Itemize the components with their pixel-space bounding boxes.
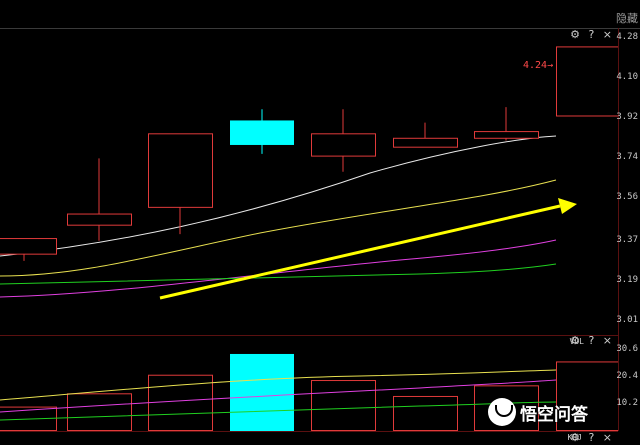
gear-icon[interactable]: ⚙	[570, 431, 580, 444]
trend-arrow-head	[558, 198, 577, 214]
ma-line-yellow	[0, 179, 557, 277]
candle-body	[311, 133, 376, 157]
watermark-text: 悟空问答	[520, 404, 588, 425]
help-icon[interactable]: ?	[588, 431, 594, 444]
ma-line-white	[0, 135, 557, 257]
candle-body	[393, 137, 458, 148]
hide-button[interactable]: 隐藏	[616, 10, 638, 26]
price-tick-label: 3.74	[616, 152, 638, 163]
help-icon[interactable]: ?	[588, 28, 594, 41]
price-tick-label: 3.01	[616, 315, 638, 325]
close-icon[interactable]: ×	[603, 431, 612, 444]
kdj-panel[interactable]: KDJ ⚙ ? ×	[0, 431, 618, 445]
price-tick-label: 3.19	[616, 274, 638, 285]
ma-line-magenta	[0, 239, 557, 298]
candle-body	[556, 46, 618, 117]
help-icon[interactable]: ?	[588, 334, 594, 347]
gear-icon[interactable]: ⚙	[570, 28, 580, 41]
price-tick-label: 4.10	[616, 72, 638, 83]
watermark: 悟空问答	[488, 396, 588, 428]
price-tick-label: 3.37	[616, 234, 638, 245]
high-price-annotation: 4.24→	[523, 60, 554, 71]
ma-line-green	[0, 263, 557, 285]
volume-tick-label: 20.4	[616, 370, 638, 381]
candle-body	[67, 213, 132, 226]
price-chart-panel[interactable]: ⚙ ? × 4.24→	[0, 28, 619, 336]
candle-body	[148, 133, 213, 208]
candlestick-chart	[0, 46, 618, 300]
volume-bar	[230, 353, 294, 431]
trend-arrow-line	[159, 204, 561, 300]
candle-body	[0, 238, 57, 255]
price-axis: 4.28 4.10 3.92 3.74 3.56 3.37 3.19 3.01	[616, 28, 640, 335]
price-tick-label: 3.56	[616, 192, 638, 203]
close-icon[interactable]: ×	[603, 28, 612, 41]
gear-icon[interactable]: ⚙	[570, 334, 580, 347]
volume-bar	[311, 380, 376, 431]
volume-tick-label: 10.2	[616, 397, 638, 408]
top-toolbar: 隐藏	[0, 0, 640, 29]
vol-panel-tools: ⚙ ? ×	[565, 334, 612, 347]
candle-body	[230, 120, 294, 145]
volume-tick-label: 30.6	[616, 343, 638, 354]
volume-bar	[393, 395, 458, 431]
price-tick-label: 3.92	[616, 112, 638, 123]
volume-axis: 30.6 20.4 10.2	[616, 336, 640, 444]
candle-body	[474, 131, 539, 139]
kdj-panel-tools: ⚙ ? ×	[565, 431, 612, 444]
close-icon[interactable]: ×	[603, 334, 612, 347]
price-tick-label: 4.28	[616, 32, 638, 42]
main-panel-tools: ⚙ ? ×	[565, 28, 612, 41]
wukong-logo-icon	[488, 398, 516, 426]
volume-bar	[67, 393, 132, 431]
